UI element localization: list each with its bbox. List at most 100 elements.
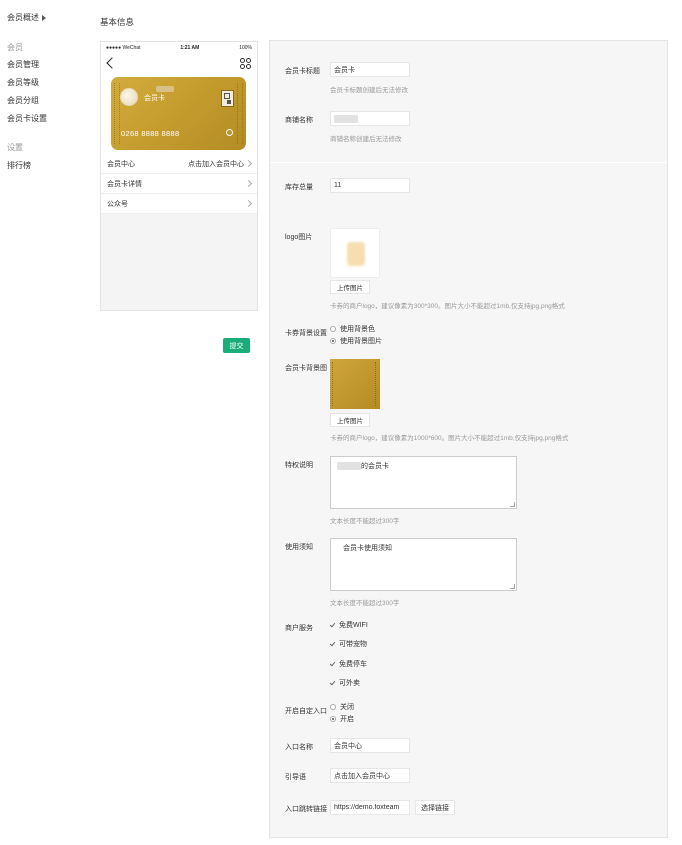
check-icon xyxy=(330,680,336,686)
usage-text: 会员卡使用须知 xyxy=(343,545,392,552)
check-icon xyxy=(330,641,336,647)
phone-preview: ●●●●● WeChat 1:21 AM 100% 会员卡 0268 8888 … xyxy=(100,41,258,311)
sidebar-item-card-settings[interactable]: 会员卡设置 xyxy=(7,113,47,124)
member-card-preview: 会员卡 0268 8888 8888 xyxy=(111,77,246,150)
card-title-label: 会员卡标题 xyxy=(285,68,320,75)
back-arrow-icon[interactable] xyxy=(106,57,118,69)
page-title: 基本信息 xyxy=(100,17,135,27)
sidebar-group-member: 会员 xyxy=(7,43,23,52)
upload-logo-button[interactable]: 上传图片 xyxy=(330,280,370,294)
select-link-button[interactable]: 选择链接 xyxy=(415,800,455,815)
radio-icon xyxy=(330,704,336,710)
checkbox-free-wifi[interactable]: 免费WIFI xyxy=(330,620,368,630)
logo-hint: 卡券的商户logo，建议像素为300*300。图片大小不能超过1mb,仅支持jp… xyxy=(330,303,565,310)
privilege-label: 特权说明 xyxy=(285,462,313,469)
submit-button[interactable]: 提交 xyxy=(223,338,250,353)
checkbox-free-parking[interactable]: 免费停车 xyxy=(330,659,367,669)
phone-time: 1:21 AM xyxy=(180,45,200,51)
shop-name-input[interactable] xyxy=(330,111,410,126)
resize-handle-icon[interactable] xyxy=(510,584,515,589)
resize-handle-icon[interactable] xyxy=(510,502,515,507)
sidebar-item-member-group[interactable]: 会员分组 xyxy=(7,95,39,106)
privilege-hint: 文本长度不能超过300字 xyxy=(330,518,400,525)
card-number: 0268 8888 8888 xyxy=(121,129,180,138)
privilege-blurred xyxy=(337,462,361,470)
checkbox-label: 可带宠物 xyxy=(339,641,367,648)
sidebar-group-settings: 设置 xyxy=(7,143,23,152)
sidebar: 会员概述 会员 会员管理 会员等级 会员分组 会员卡设置 设置 排行榜 xyxy=(0,0,90,845)
phone-status-bar: ●●●●● WeChat 1:21 AM 100% xyxy=(101,42,257,54)
bg-image-hint: 卡券的商户logo，建议像素为1000*600。图片大小不能超过1mb,仅支持j… xyxy=(330,435,569,442)
privilege-text: 的会员卡 xyxy=(361,463,389,470)
list-item-official-account[interactable]: 公众号 xyxy=(101,194,257,214)
check-icon xyxy=(330,661,336,667)
phone-battery: 100% xyxy=(239,45,252,51)
sidebar-item-member-level[interactable]: 会员等级 xyxy=(7,77,39,88)
card-title-hint: 会员卡标题创建后无法修改 xyxy=(330,87,408,94)
radio-label: 关闭 xyxy=(340,704,354,711)
chevron-right-icon xyxy=(244,199,253,208)
form-panel: 会员卡标题 会员卡标题创建后无法修改 商铺名称 商铺名称创建后无法修改 库存总量… xyxy=(269,40,668,838)
bg-image-label: 会员卡背景图 xyxy=(285,365,327,372)
privilege-textarea[interactable]: 的会员卡 xyxy=(330,456,517,509)
phone-nav-bar xyxy=(101,54,257,74)
shop-name-blurred xyxy=(334,114,358,123)
card-title-input[interactable] xyxy=(330,62,410,77)
guide-input[interactable] xyxy=(330,768,410,783)
card-logo xyxy=(120,88,138,106)
phone-menu-list: 会员中心 点击加入会员中心 会员卡详情 公众号 xyxy=(101,154,257,214)
entry-link-label: 入口跳转链接 xyxy=(285,806,327,813)
radio-icon xyxy=(330,326,336,332)
stock-input[interactable] xyxy=(330,178,410,193)
shop-name-hint: 商铺名称创建后无法修改 xyxy=(330,136,402,143)
checkbox-label: 可外卖 xyxy=(339,680,360,687)
row-value: 点击加入会员中心 xyxy=(188,160,244,168)
menu-grid-icon[interactable] xyxy=(240,58,251,69)
usage-label: 使用须知 xyxy=(285,544,313,551)
chevron-right-icon xyxy=(244,159,253,168)
radio-use-bg-image[interactable]: 使用背景图片 xyxy=(330,336,382,346)
section-divider xyxy=(270,162,667,163)
checkbox-takeout[interactable]: 可外卖 xyxy=(330,678,360,688)
sidebar-item-member-management[interactable]: 会员管理 xyxy=(7,59,39,70)
logo-image-preview xyxy=(330,228,380,278)
list-item-member-center[interactable]: 会员中心 点击加入会员中心 xyxy=(101,154,257,174)
checkbox-label: 免费停车 xyxy=(339,661,367,668)
radio-entry-on[interactable]: 开启 xyxy=(330,714,354,724)
services-label: 商户服务 xyxy=(285,625,313,632)
entry-name-input[interactable] xyxy=(330,738,410,753)
info-icon xyxy=(226,129,233,136)
upload-bg-button[interactable]: 上传图片 xyxy=(330,413,370,427)
radio-label: 开启 xyxy=(340,716,354,723)
radio-label: 使用背景色 xyxy=(340,326,375,333)
sidebar-item-overview[interactable]: 会员概述 xyxy=(7,12,46,23)
row-label: 会员中心 xyxy=(107,160,135,168)
sidebar-item-ranking[interactable]: 排行榜 xyxy=(7,160,31,171)
phone-carrier: ●●●●● WeChat xyxy=(106,45,141,51)
list-item-card-details[interactable]: 会员卡详情 xyxy=(101,174,257,194)
radio-label: 使用背景图片 xyxy=(340,338,382,345)
card-shop-name-blurred xyxy=(156,86,174,92)
logo-label: logo图片 xyxy=(285,234,313,241)
radio-entry-off[interactable]: 关闭 xyxy=(330,702,354,712)
entry-link-input[interactable] xyxy=(330,800,410,815)
chevron-right-icon xyxy=(244,179,253,188)
usage-textarea[interactable]: 会员卡使用须知 xyxy=(330,538,517,591)
radio-selected-icon xyxy=(330,338,336,344)
usage-hint: 文本长度不能超过300字 xyxy=(330,600,400,607)
row-label: 会员卡详情 xyxy=(107,180,142,188)
entry-name-label: 入口名称 xyxy=(285,744,313,751)
radio-selected-icon xyxy=(330,716,336,722)
card-preview-area: 会员卡 0268 8888 8888 xyxy=(101,74,257,154)
card-name: 会员卡 xyxy=(144,95,165,102)
stock-label: 库存总量 xyxy=(285,184,313,191)
row-label: 公众号 xyxy=(107,200,128,208)
checkbox-pets-allowed[interactable]: 可带宠物 xyxy=(330,639,367,649)
custom-entry-label: 开启自定入口 xyxy=(285,708,327,715)
background-setting-label: 卡券背景设置 xyxy=(285,330,327,337)
qr-code-icon xyxy=(221,90,234,107)
caret-right-icon xyxy=(42,14,46,21)
radio-use-bg-color[interactable]: 使用背景色 xyxy=(330,324,375,334)
shop-name-label: 商铺名称 xyxy=(285,117,313,124)
bg-image-preview xyxy=(330,359,380,409)
